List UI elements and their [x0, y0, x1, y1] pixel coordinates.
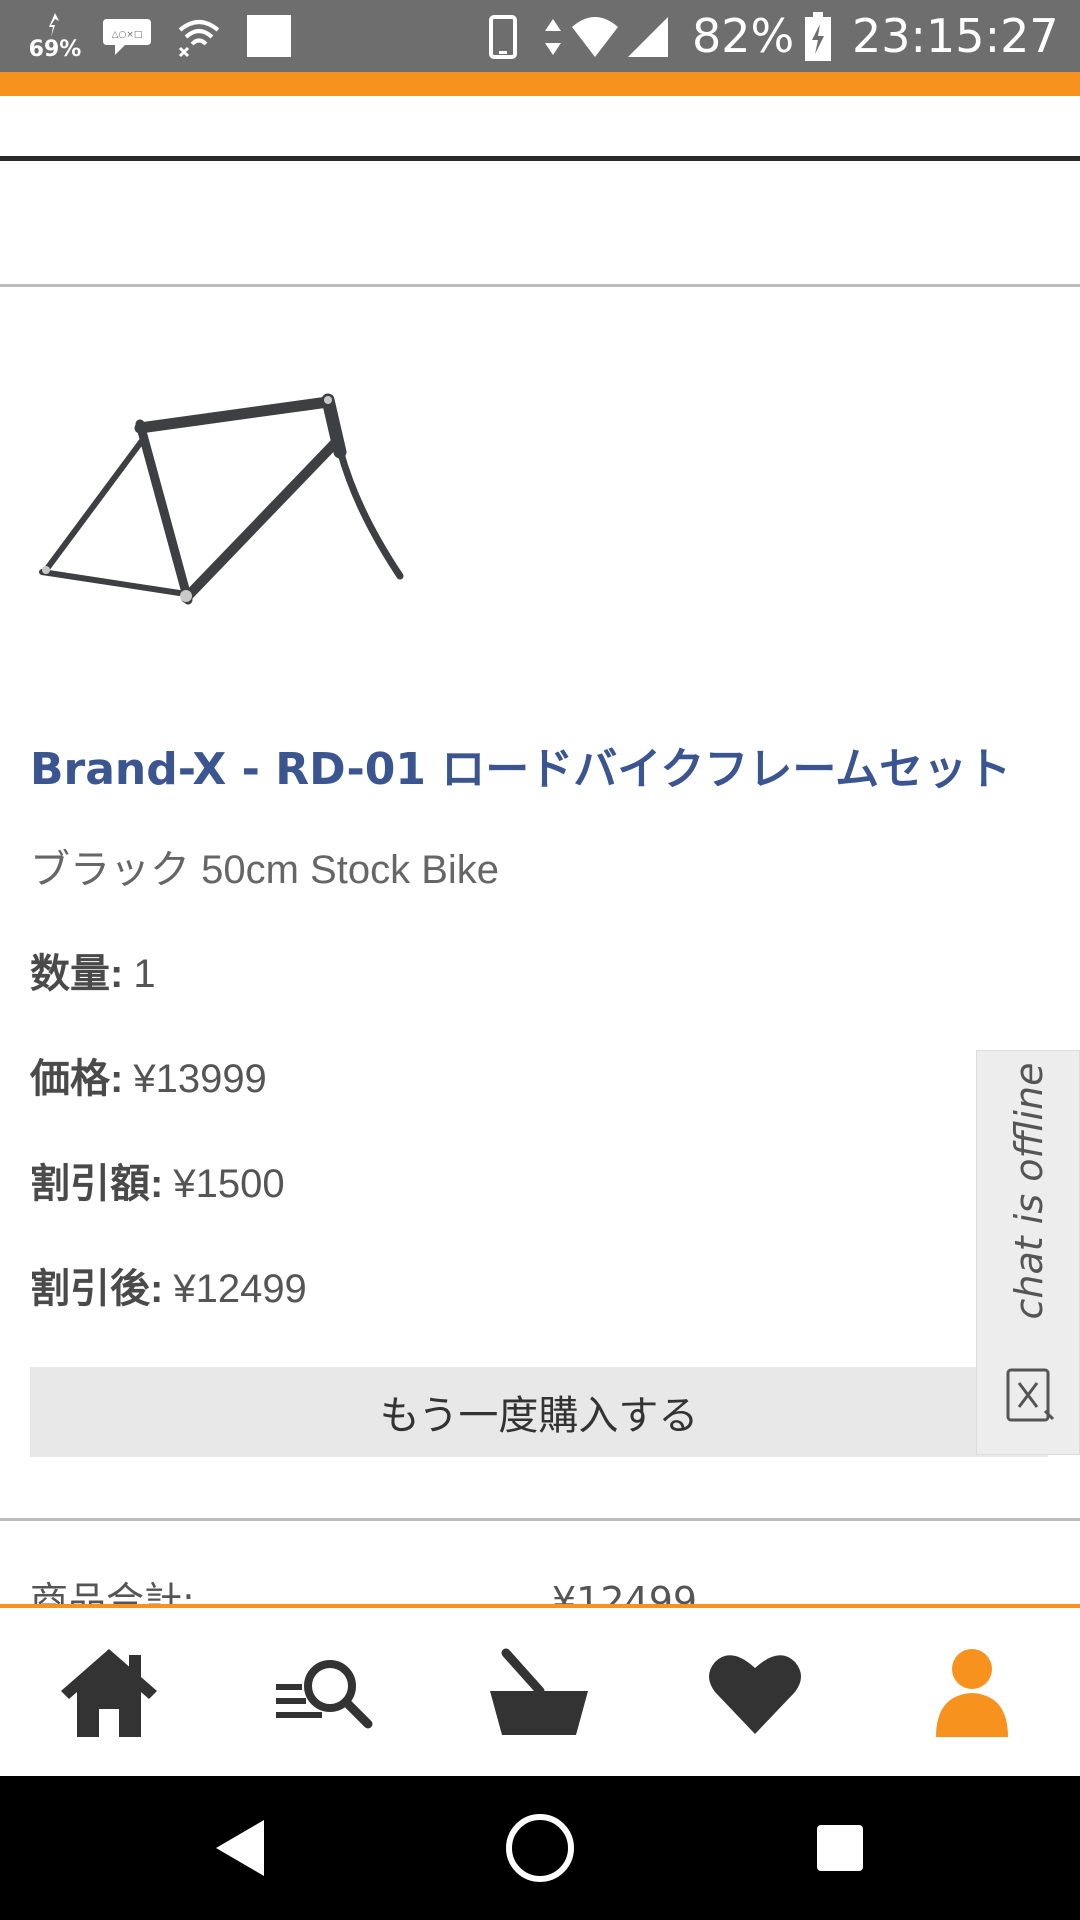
- nav-cart[interactable]: [474, 1628, 604, 1758]
- chat-tab[interactable]: chat is offline: [976, 1050, 1080, 1455]
- basket-icon: [490, 1648, 588, 1735]
- bottom-nav: [0, 1604, 1080, 1776]
- data-arrows-icon: [540, 14, 566, 60]
- bike-frame-image: [39, 393, 404, 605]
- recents-button[interactable]: [790, 1806, 890, 1890]
- nav-account[interactable]: [907, 1628, 1037, 1758]
- header-accent-band: [0, 72, 1080, 96]
- quantity-label: 数量: [30, 952, 110, 996]
- product-variant: ブラック 50cm Stock Bike: [30, 848, 500, 892]
- wifi-x-icon: [176, 16, 222, 58]
- nav-home[interactable]: [44, 1628, 174, 1758]
- messenger-icon: △○×□: [100, 14, 154, 60]
- discount-label: 割引額: [30, 1162, 150, 1206]
- signal-icon: [624, 14, 670, 60]
- satellite-percent: 69%: [28, 37, 82, 62]
- quantity-value: 1: [133, 952, 156, 996]
- product-image[interactable]: [28, 380, 408, 620]
- buy-again-button[interactable]: もう一度購入する: [30, 1367, 1048, 1457]
- status-bar: 69% △○×□ 82% 23:15:27: [0, 0, 1080, 72]
- header-divider: [0, 156, 1080, 161]
- nav-favorites[interactable]: [690, 1628, 820, 1758]
- chat-status-label[interactable]: chat is offline: [1007, 1063, 1051, 1320]
- svg-text:△○×□: △○×□: [112, 30, 143, 40]
- section-divider-top: [0, 284, 1080, 287]
- system-home-button[interactable]: [490, 1806, 590, 1890]
- quantity-row: 数量: 1: [30, 952, 156, 996]
- system-nav-bar: [0, 1776, 1080, 1920]
- price-label: 価格: [30, 1057, 110, 1101]
- price-value: ¥13999: [133, 1057, 267, 1101]
- after-discount-row: 割引後: ¥12499: [30, 1267, 307, 1311]
- wifi-icon: [570, 12, 620, 60]
- notification-icon: [246, 14, 292, 58]
- home-icon: [61, 1649, 157, 1737]
- heart-icon: [709, 1655, 801, 1734]
- battery-percent: 82%: [692, 9, 795, 63]
- phone-icon: [488, 14, 518, 60]
- battery-charging-icon: [804, 12, 832, 62]
- nav-search[interactable]: [258, 1628, 388, 1758]
- section-divider-bottom: [0, 1518, 1080, 1521]
- back-icon: [216, 1820, 264, 1876]
- home-circle-icon: [506, 1814, 574, 1882]
- account-icon: [936, 1649, 1008, 1737]
- price-row: 価格: ¥13999: [30, 1057, 267, 1101]
- discount-value: ¥1500: [173, 1162, 285, 1206]
- search-icon: [276, 1660, 373, 1729]
- back-button[interactable]: [190, 1806, 290, 1890]
- close-icon[interactable]: [1005, 1367, 1055, 1423]
- recents-icon: [817, 1825, 863, 1871]
- satellite-indicator: 69%: [28, 8, 82, 64]
- after-discount-value: ¥12499: [173, 1267, 307, 1311]
- app-screen: 69% △○×□ 82% 23:15:27 Brand-X - RD-01 ロー…: [0, 0, 1080, 1920]
- discount-row: 割引額: ¥1500: [30, 1162, 285, 1206]
- satellite-icon: [49, 13, 59, 37]
- product-title[interactable]: Brand-X - RD-01 ロードバイクフレームセット: [30, 742, 1050, 798]
- after-discount-label: 割引後: [30, 1267, 150, 1311]
- clock: 23:15:27: [852, 9, 1059, 63]
